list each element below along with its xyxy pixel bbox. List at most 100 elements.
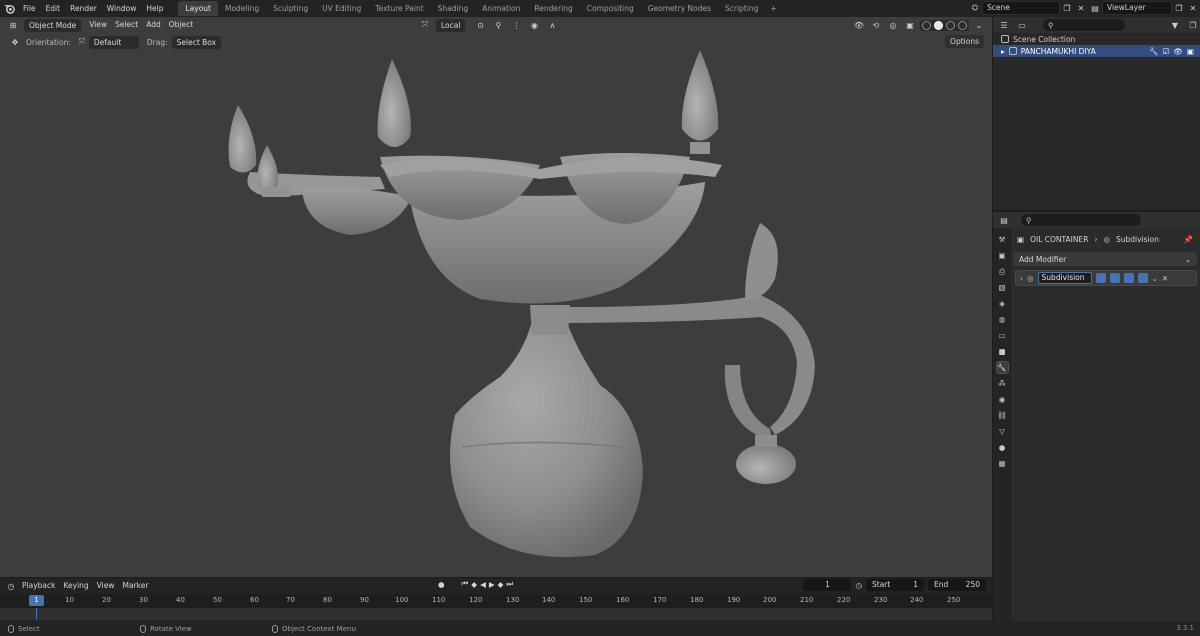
start-frame-field[interactable]: Start 1: [866, 579, 924, 591]
wireframe-shading-icon[interactable]: [922, 20, 931, 30]
texture-tab-icon[interactable]: ▦: [997, 458, 1008, 469]
properties-search-input[interactable]: ⚲: [1021, 214, 1141, 226]
material-tab-icon[interactable]: ●: [997, 442, 1008, 453]
modifier-menu-icon[interactable]: ⌄: [1152, 274, 1158, 283]
playhead-line[interactable]: [36, 608, 37, 620]
camera-icon[interactable]: ▣: [1187, 47, 1194, 56]
rendered-shading-icon[interactable]: [958, 20, 967, 30]
visibility-icon[interactable]: 👁: [852, 18, 866, 32]
collection-tab-icon[interactable]: ▭: [997, 330, 1008, 341]
tab-scripting[interactable]: Scripting: [718, 1, 765, 16]
new-view-layer-icon[interactable]: ❐: [1172, 1, 1186, 15]
pivot-icon[interactable]: ⊙: [473, 18, 487, 32]
menu-select[interactable]: Select: [111, 18, 142, 32]
proportional-edit-icon[interactable]: ◉: [527, 18, 541, 32]
orientation-dropdown[interactable]: Default: [88, 35, 139, 49]
play-reverse-icon[interactable]: ◀: [480, 580, 486, 589]
timeline-track-area[interactable]: [0, 608, 992, 620]
expand-arrow-icon[interactable]: ▸: [1001, 47, 1005, 56]
menu-window[interactable]: Window: [102, 0, 142, 17]
snap-target-icon[interactable]: ⋮: [509, 18, 523, 32]
modifier-name-field[interactable]: Subdivision: [1037, 272, 1092, 284]
physics-tab-icon[interactable]: ◉: [997, 394, 1008, 405]
outliner-editor-icon[interactable]: ☰: [997, 18, 1011, 32]
editor-type-icon[interactable]: ⊞: [6, 18, 20, 32]
jump-end-icon[interactable]: ⏭: [506, 579, 513, 589]
tab-texture-paint[interactable]: Texture Paint: [368, 1, 430, 16]
world-tab-icon[interactable]: ◍: [997, 314, 1008, 325]
scene-field[interactable]: Scene: [982, 1, 1060, 15]
view-layer-tab-icon[interactable]: ▧: [997, 282, 1008, 293]
jump-start-icon[interactable]: ⏮: [462, 579, 469, 589]
tab-rendering[interactable]: Rendering: [527, 1, 579, 16]
menu-edit[interactable]: Edit: [41, 0, 66, 17]
tab-compositing[interactable]: Compositing: [580, 1, 641, 16]
delete-view-layer-icon[interactable]: ✕: [1186, 1, 1200, 15]
data-tab-icon[interactable]: ▽: [997, 426, 1008, 437]
menu-render[interactable]: Render: [65, 0, 102, 17]
add-workspace-button[interactable]: +: [765, 4, 781, 13]
subdivision-modifier-panel[interactable]: › ◎ Subdivision ⌄ ✕: [1015, 270, 1197, 286]
options-button[interactable]: Options: [945, 35, 984, 48]
drag-dropdown[interactable]: Select Box: [171, 35, 222, 49]
view-layer-icon[interactable]: ▤: [1088, 1, 1102, 15]
display-mode-icon[interactable]: ▭: [1015, 18, 1029, 32]
scene-collection-row[interactable]: Scene Collection: [993, 33, 1200, 45]
collapse-arrow-icon[interactable]: ›: [1020, 274, 1023, 283]
menu-object[interactable]: Object: [165, 18, 197, 32]
snap-icon[interactable]: ⚲: [491, 18, 505, 32]
delete-scene-icon[interactable]: ✕: [1074, 1, 1088, 15]
xray-icon[interactable]: ▣: [903, 18, 917, 32]
tab-animation[interactable]: Animation: [475, 1, 527, 16]
output-tab-icon[interactable]: ⎙: [997, 266, 1008, 277]
frame-ruler[interactable]: 1 10 20 30 40 50 60 70 80 90 100 110 120…: [0, 594, 992, 608]
next-keyframe-icon[interactable]: ◆: [498, 580, 504, 589]
checkbox-icon[interactable]: ☑: [1163, 47, 1170, 56]
view-layer-field[interactable]: ViewLayer: [1102, 1, 1172, 15]
eye-icon[interactable]: 👁: [1173, 47, 1183, 56]
filter-icon[interactable]: ▼: [1168, 18, 1182, 32]
blender-logo-icon[interactable]: [0, 0, 18, 17]
tab-uv-editing[interactable]: UV Editing: [315, 1, 368, 16]
render-toggle-icon[interactable]: [1137, 273, 1148, 283]
menu-keying[interactable]: Keying: [59, 579, 92, 593]
material-shading-icon[interactable]: [946, 20, 955, 30]
current-frame-indicator[interactable]: 1: [29, 595, 44, 606]
current-frame-field[interactable]: 1: [803, 579, 852, 591]
pin-icon[interactable]: 📌: [1184, 235, 1193, 244]
scene-tab-icon[interactable]: ◈: [997, 298, 1008, 309]
menu-file[interactable]: File: [18, 0, 41, 17]
mode-dropdown[interactable]: Object Mode: [24, 18, 82, 32]
new-collection-icon[interactable]: ❐: [1186, 18, 1200, 32]
overlay-icon[interactable]: ◎: [886, 18, 900, 32]
transform-orientation-icon[interactable]: ⤧: [418, 18, 432, 32]
object-tab-icon[interactable]: ■: [997, 346, 1008, 357]
realtime-toggle-icon[interactable]: [1123, 273, 1134, 283]
menu-add[interactable]: Add: [142, 18, 165, 32]
record-icon[interactable]: ●: [438, 580, 445, 589]
menu-view[interactable]: View: [85, 18, 111, 32]
properties-editor-icon[interactable]: ▤: [997, 213, 1011, 227]
modifier-tab-icon[interactable]: 🔧: [995, 361, 1009, 374]
particles-tab-icon[interactable]: ⁂: [997, 378, 1008, 389]
add-modifier-button[interactable]: Add Modifier ⌄: [1013, 252, 1197, 266]
menu-help[interactable]: Help: [141, 0, 168, 17]
tab-modeling[interactable]: Modeling: [218, 1, 266, 16]
remove-modifier-icon[interactable]: ✕: [1162, 274, 1168, 283]
scene-icon[interactable]: ⛭: [968, 1, 982, 15]
tab-shading[interactable]: Shading: [431, 1, 475, 16]
on-cage-toggle-icon[interactable]: [1109, 273, 1120, 283]
prev-keyframe-icon[interactable]: ◆: [471, 580, 477, 589]
move-tool-icon[interactable]: ✥: [8, 35, 22, 49]
tool-tab-icon[interactable]: ⚒: [997, 234, 1008, 245]
timeline-editor-icon[interactable]: ◷: [4, 579, 18, 593]
transform-space-dropdown[interactable]: Local: [436, 18, 466, 32]
end-frame-field[interactable]: End 250: [928, 579, 986, 591]
diya-model[interactable]: [0, 17, 992, 577]
gizmo-icon[interactable]: ⟲: [869, 18, 883, 32]
menu-playback[interactable]: Playback: [18, 579, 59, 593]
clock-icon[interactable]: ◷: [855, 581, 862, 590]
falloff-icon[interactable]: ∧: [545, 18, 559, 32]
menu-timeline-view[interactable]: View: [93, 579, 119, 593]
render-tab-icon[interactable]: ▣: [997, 250, 1008, 261]
